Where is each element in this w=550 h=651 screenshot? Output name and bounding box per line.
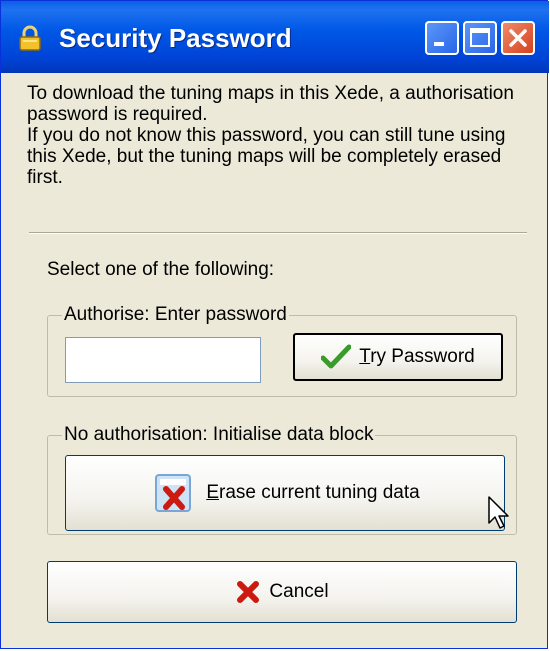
erase-tuning-data-label: Erase current tuning data bbox=[206, 482, 420, 503]
erase-tuning-data-button[interactable]: Erase current tuning data bbox=[65, 455, 505, 531]
maximize-icon bbox=[470, 28, 490, 47]
window-title: Security Password bbox=[59, 23, 292, 53]
minimize-button[interactable] bbox=[425, 21, 459, 55]
no-authorisation-group-legend: No authorisation: Initialise data block bbox=[62, 424, 376, 446]
try-password-label: Try Password bbox=[359, 346, 475, 367]
cancel-label: Cancel bbox=[269, 581, 329, 602]
separator bbox=[29, 232, 527, 234]
intro-text: To download the tuning maps in this Xede… bbox=[27, 83, 537, 188]
try-password-button[interactable]: Try Password bbox=[293, 333, 503, 381]
select-instruction: Select one of the following: bbox=[47, 259, 275, 280]
erase-data-icon bbox=[155, 474, 192, 512]
maximize-button[interactable] bbox=[463, 21, 497, 55]
password-input[interactable] bbox=[65, 337, 261, 383]
close-icon bbox=[509, 29, 527, 47]
padlock-icon bbox=[19, 25, 41, 51]
close-button[interactable] bbox=[501, 21, 535, 55]
intro-line-2: If you do not know this password, you ca… bbox=[27, 125, 506, 188]
minimize-icon bbox=[434, 42, 444, 46]
title-bar[interactable]: Security Password bbox=[1, 1, 549, 73]
intro-line-1: To download the tuning maps in this Xede… bbox=[27, 83, 514, 125]
cancel-button[interactable]: Cancel bbox=[47, 561, 517, 623]
authorise-group-legend: Authorise: Enter password bbox=[62, 304, 289, 326]
checkmark-icon bbox=[321, 344, 352, 369]
red-x-icon bbox=[237, 581, 260, 603]
security-password-dialog: Security Password To download the tuning… bbox=[0, 0, 549, 649]
